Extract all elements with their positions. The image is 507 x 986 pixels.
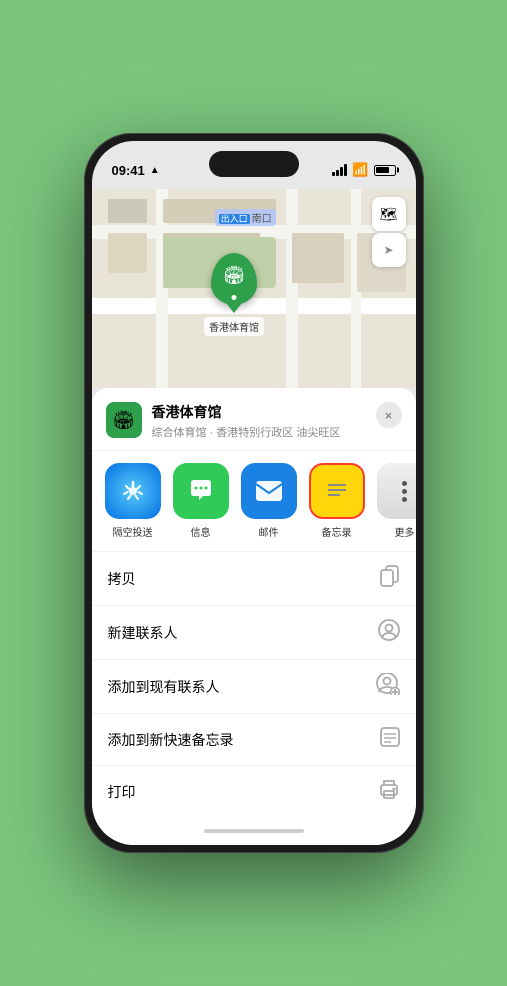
messages-label: 信息: [191, 524, 211, 539]
share-actions-row: 隔空投送 信息: [92, 451, 416, 552]
map-label-south-entrance: 出入口南口: [215, 209, 276, 226]
close-button[interactable]: ×: [376, 402, 402, 428]
action-print-label: 打印: [108, 782, 136, 802]
more-icon: [377, 463, 416, 519]
action-copy-label: 拷贝: [108, 569, 136, 589]
home-bar: [204, 829, 304, 833]
action-copy[interactable]: 拷贝: [92, 552, 416, 606]
action-add-quick-note[interactable]: 添加到新快速备忘录: [92, 714, 416, 766]
status-time: 09:41 ▲: [112, 163, 160, 178]
more-label: 更多: [395, 524, 415, 539]
venue-info: 香港体育馆 综合体育馆 · 香港特别行政区 油尖旺区: [152, 402, 376, 440]
action-quick-note-label: 添加到新快速备忘录: [108, 730, 234, 750]
action-list: 拷贝 新建联系人: [92, 552, 416, 817]
quick-note-icon: [380, 727, 400, 752]
location-button[interactable]: ➤: [372, 233, 406, 267]
time-label: 09:41: [112, 163, 145, 178]
print-icon: [378, 779, 400, 804]
stadium-marker: 🏟 香港体育馆: [204, 253, 264, 336]
messages-icon: [173, 463, 229, 519]
share-item-more[interactable]: 更多: [374, 463, 416, 539]
phone-screen: 09:41 ▲ 📶: [92, 141, 416, 845]
map-area[interactable]: 出入口南口 🏟 香港体育馆 🗺 ➤: [92, 189, 416, 388]
share-item-notes[interactable]: 备忘录: [306, 463, 368, 539]
copy-icon: [380, 565, 400, 592]
action-new-contact[interactable]: 新建联系人: [92, 606, 416, 660]
airdrop-icon: [105, 463, 161, 519]
status-icons: 📶: [332, 162, 395, 178]
home-indicator: [92, 817, 416, 845]
mail-label: 邮件: [259, 524, 279, 539]
battery-icon: [374, 165, 396, 176]
venue-header: 🏟 香港体育馆 综合体育馆 · 香港特别行政区 油尖旺区 ×: [92, 388, 416, 451]
phone-frame: 09:41 ▲ 📶: [84, 133, 424, 853]
wifi-icon: 📶: [352, 162, 368, 178]
venue-subtitle: 综合体育馆 · 香港特别行政区 油尖旺区: [152, 424, 376, 440]
location-arrow-icon: ▲: [150, 165, 160, 176]
venue-icon: 🏟: [106, 402, 142, 438]
airdrop-label: 隔空投送: [113, 524, 153, 539]
action-new-contact-label: 新建联系人: [108, 623, 178, 643]
dynamic-island: [209, 151, 299, 177]
add-to-contact-icon: [376, 673, 400, 700]
venue-name: 香港体育馆: [152, 402, 376, 422]
new-contact-icon: [378, 619, 400, 646]
stadium-pin-icon: 🏟: [223, 265, 246, 286]
marker-label: 香港体育馆: [204, 317, 264, 336]
map-type-button[interactable]: 🗺: [372, 197, 406, 231]
signal-strength-icon: [332, 164, 347, 176]
notes-icon: [309, 463, 365, 519]
action-add-to-existing[interactable]: 添加到现有联系人: [92, 660, 416, 714]
map-controls: 🗺 ➤: [372, 197, 406, 267]
share-item-messages[interactable]: 信息: [170, 463, 232, 539]
share-item-airdrop[interactable]: 隔空投送: [102, 463, 164, 539]
action-add-existing-label: 添加到现有联系人: [108, 677, 220, 697]
mail-icon: [241, 463, 297, 519]
share-item-mail[interactable]: 邮件: [238, 463, 300, 539]
notes-label: 备忘录: [322, 524, 352, 539]
action-print[interactable]: 打印: [92, 766, 416, 817]
bottom-sheet: 🏟 香港体育馆 综合体育馆 · 香港特别行政区 油尖旺区 ×: [92, 388, 416, 845]
marker-pin: 🏟: [211, 253, 257, 305]
